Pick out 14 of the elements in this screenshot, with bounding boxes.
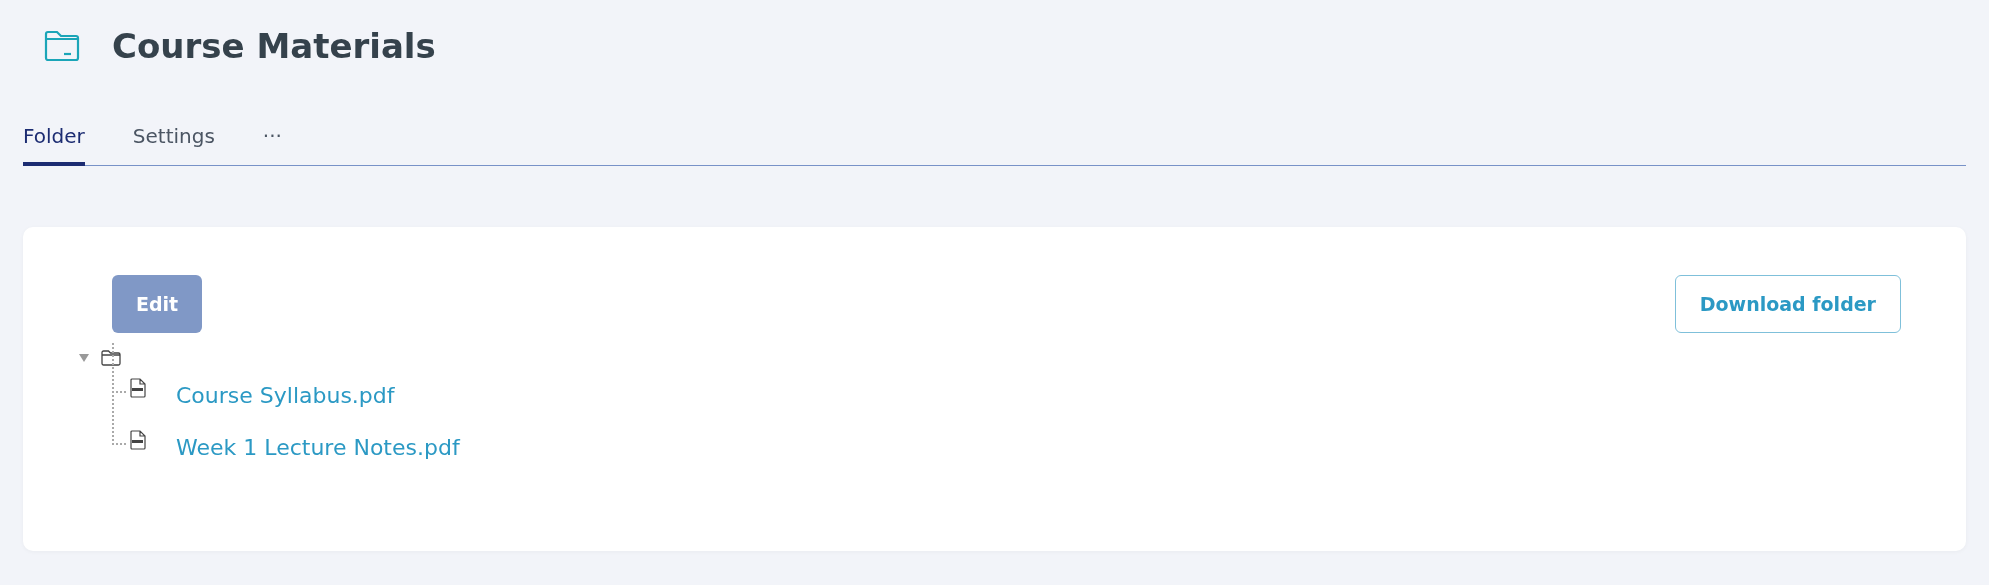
tab[interactable]: Settings [132,118,215,166]
tree-connector-line [112,395,126,445]
download-folder-button[interactable]: Download folder [1674,275,1901,333]
folder-icon [44,30,80,62]
tab[interactable]: Folder [23,118,85,166]
tab[interactable]: ··· [262,118,282,166]
pdf-file-icon [130,430,146,450]
file-link[interactable]: Week 1 Lecture Notes.pdf [176,434,460,460]
tree-connector-line [112,343,126,393]
pdf-file-icon [130,378,146,398]
file-link[interactable]: Course Syllabus.pdf [176,382,395,408]
page-title: Course Materials [112,26,436,66]
expand-triangle-icon[interactable] [79,353,89,363]
folder-icon [101,350,121,366]
